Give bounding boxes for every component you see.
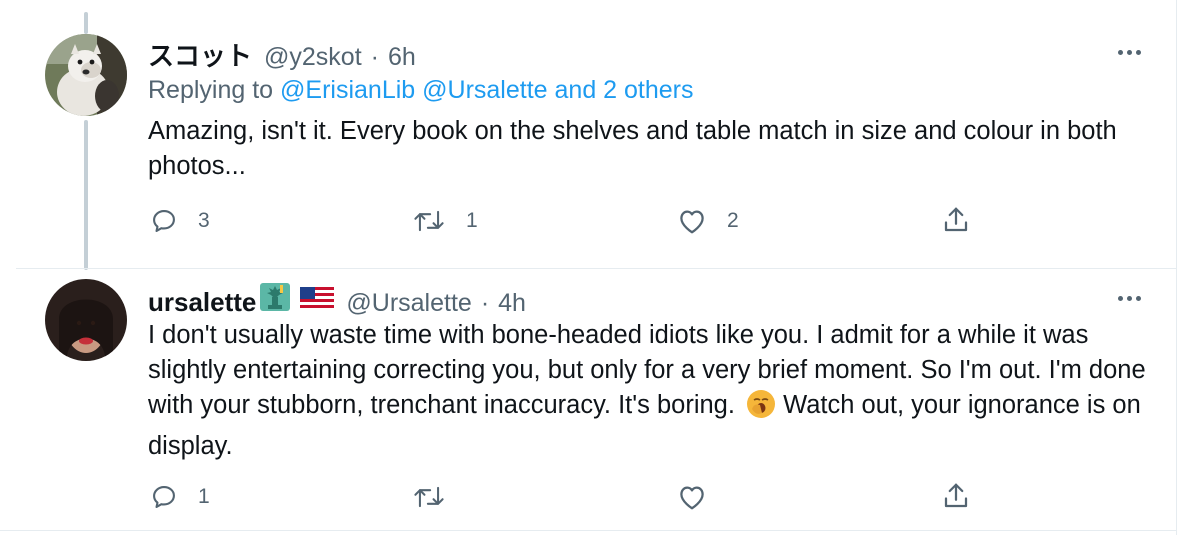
share-button[interactable]: [941, 205, 971, 235]
reply-count: 1: [198, 485, 210, 508]
reply-count: 3: [198, 209, 210, 232]
woman-avatar-image: [45, 279, 127, 361]
tweet-thread: スコット @y2skot · 6h Replying to @ErisianLi…: [0, 0, 1200, 535]
reply-icon: [153, 210, 175, 232]
mention-link[interactable]: @ErisianLib: [280, 76, 415, 104]
others-link[interactable]: and 2 others: [555, 76, 694, 104]
display-name[interactable]: ursalette: [148, 287, 256, 318]
timestamp[interactable]: 4h: [498, 289, 526, 318]
like-icon: [680, 486, 704, 510]
retweet-icon: [414, 210, 444, 232]
retweet-button[interactable]: [412, 483, 446, 511]
tweet-text: I don't usually waste time with bone-hea…: [148, 318, 1158, 464]
replying-to: Replying to @ErisianLib @Ursalette and 2…: [148, 76, 694, 105]
like-button[interactable]: [677, 483, 707, 511]
separator-dot: ·: [480, 289, 490, 317]
more-icon[interactable]: [1118, 288, 1141, 308]
tweet-divider: [16, 268, 1176, 269]
share-icon: [944, 207, 968, 232]
reply-button[interactable]: 3: [150, 207, 210, 235]
thread-connector-top: [84, 12, 88, 34]
retweet-button[interactable]: 1: [412, 207, 478, 235]
reply-button[interactable]: 1: [150, 483, 210, 511]
share-button[interactable]: [941, 481, 971, 511]
mention-link[interactable]: @Ursalette: [422, 76, 547, 104]
frame-border-right: [1176, 0, 1177, 535]
tweet-text: Amazing, isn't it. Every book on the she…: [148, 117, 1117, 180]
timestamp[interactable]: 6h: [388, 43, 416, 72]
user-handle[interactable]: @Ursalette: [346, 289, 471, 318]
retweet-icon: [414, 486, 444, 508]
more-icon[interactable]: [1118, 42, 1141, 62]
like-count: 2: [727, 209, 739, 232]
us-flag-emoji: [300, 287, 335, 316]
avatar[interactable]: [45, 34, 127, 116]
replying-to-label: Replying to: [148, 76, 274, 104]
separator-dot: ·: [370, 43, 379, 71]
frame-border-bottom: [0, 530, 1177, 531]
like-button[interactable]: 2: [677, 207, 739, 235]
reply-icon: [153, 486, 175, 508]
share-icon: [944, 483, 968, 508]
retweet-count: 1: [466, 209, 478, 232]
display-name[interactable]: スコット: [148, 36, 252, 73]
yawning-face-emoji: [746, 389, 776, 429]
tweet-header: ursalette @Ursalette · 4h: [148, 283, 526, 318]
user-handle[interactable]: @y2skot: [264, 43, 362, 72]
statue-of-liberty-emoji: [260, 283, 291, 316]
tweet-header: スコット @y2skot · 6h: [148, 36, 416, 73]
thread-connector: [84, 120, 88, 270]
avatar[interactable]: [45, 279, 127, 361]
like-icon: [680, 210, 704, 234]
dog-avatar-image: [45, 34, 127, 116]
